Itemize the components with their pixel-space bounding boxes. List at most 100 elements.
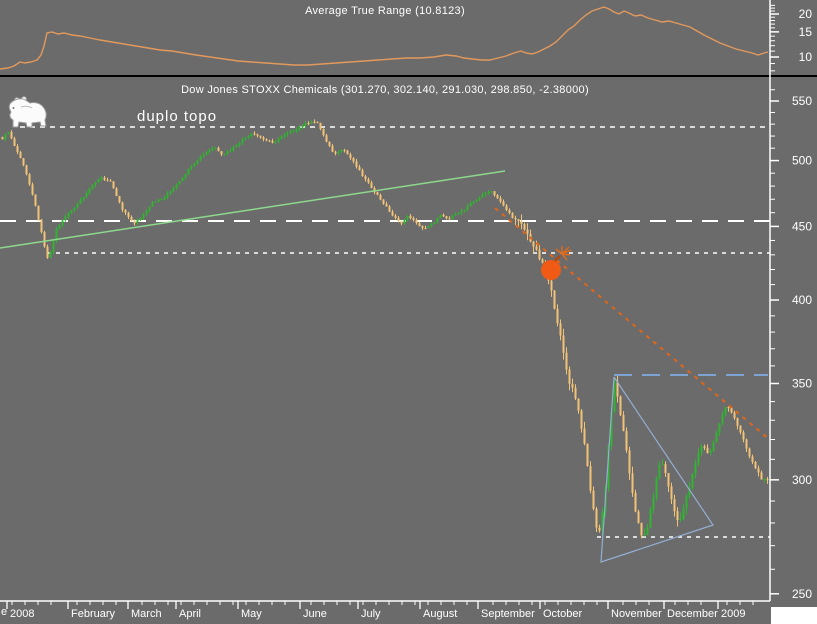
candle-body — [94, 182, 97, 185]
candle-body — [682, 508, 685, 520]
atr-axis-label: 20 — [799, 7, 813, 21]
candle-body — [592, 490, 595, 509]
candle-body — [340, 149, 343, 153]
candle-body — [751, 456, 754, 462]
candle-body — [19, 152, 22, 159]
atr-axis-label: 15 — [799, 25, 813, 39]
panel-divider — [0, 75, 817, 77]
candle-body — [121, 202, 124, 210]
candle-body — [517, 219, 520, 222]
candle-body — [31, 184, 34, 195]
candle-body — [481, 194, 484, 198]
candle-body — [118, 195, 121, 203]
candle-body — [25, 165, 28, 175]
candle-body — [334, 151, 337, 154]
candle-body — [625, 431, 628, 451]
candle-body — [16, 145, 19, 153]
duplo-topo-annotation[interactable]: duplo topo — [137, 108, 217, 125]
candle-body — [73, 207, 76, 211]
candle-body — [436, 218, 439, 223]
candle-body — [550, 280, 553, 291]
x-axis-month-label: September — [481, 608, 535, 620]
candle-body — [640, 522, 643, 536]
candle-body — [445, 216, 448, 219]
candle-body — [349, 154, 352, 159]
candle-body — [310, 121, 313, 124]
candle-body — [655, 478, 658, 498]
candle-body — [154, 201, 157, 203]
axis-corner — [771, 607, 817, 624]
candle-body — [247, 136, 250, 138]
candle-body — [406, 215, 409, 220]
candle-body — [58, 225, 61, 229]
candle-body — [577, 398, 580, 411]
candle-body — [490, 191, 493, 193]
candle-body — [541, 259, 544, 263]
chart-window: 10 15 20 250 300 350 400 450 500 550 2008 February M… — [0, 0, 817, 624]
candle-body — [499, 198, 502, 202]
x-axis-month-label: February — [71, 608, 116, 620]
candle-body — [556, 308, 559, 324]
candle-body — [97, 179, 100, 183]
candle-body — [286, 133, 289, 135]
green-trendline[interactable] — [0, 170, 506, 249]
y-axis-label: 350 — [792, 376, 812, 390]
candle-body — [628, 450, 631, 474]
candle-body — [691, 473, 694, 489]
candle-body — [253, 133, 256, 135]
candle-body — [109, 180, 112, 182]
candle-body — [4, 134, 7, 140]
candle-body — [172, 187, 175, 191]
x-axis-month-label: October — [543, 608, 582, 620]
candle-body — [523, 224, 526, 230]
x-axis-month-label: December — [667, 608, 718, 620]
candle-body — [667, 472, 670, 487]
candle-body — [346, 150, 349, 155]
candle-body — [733, 412, 736, 419]
candle-body — [211, 148, 214, 151]
x-axis-month-label: November — [611, 608, 662, 620]
candle-body — [658, 465, 661, 479]
candle-body — [292, 131, 295, 133]
candle-body — [664, 464, 667, 473]
candle-body — [565, 352, 568, 370]
y-axis-label: 400 — [792, 293, 812, 307]
bear-icon[interactable] — [1, 95, 49, 133]
x-axis-month-label: 2008 — [10, 608, 34, 620]
candle-body — [721, 414, 724, 424]
candle-body — [514, 217, 517, 220]
candle-body — [103, 177, 106, 180]
candle-body — [88, 189, 91, 193]
candle-body — [580, 410, 583, 429]
candle-body — [502, 201, 505, 206]
candle-body — [511, 213, 514, 218]
atr-axis-label: 10 — [799, 50, 813, 64]
candle-body — [568, 369, 571, 384]
candle-body — [283, 134, 286, 137]
candle-body — [322, 128, 325, 136]
bomb-icon[interactable] — [541, 260, 561, 280]
candle-body — [763, 479, 766, 481]
candle-body — [13, 138, 16, 146]
candle-body — [538, 249, 541, 260]
candle-body — [559, 323, 562, 336]
candle-body — [754, 461, 757, 469]
candle-body — [631, 473, 634, 493]
candle-body — [133, 220, 136, 224]
y-axis-label: 550 — [792, 94, 812, 108]
bomb-spark-icon — [555, 248, 563, 255]
candle-body — [190, 166, 193, 169]
candle-body — [196, 160, 199, 164]
candle-body — [187, 168, 190, 174]
candle-body — [271, 141, 274, 143]
candle-body — [64, 216, 67, 221]
candle-body — [487, 192, 490, 194]
bomb-fuse-icon — [554, 255, 561, 262]
candle-body — [532, 241, 535, 247]
candle-body — [295, 129, 298, 132]
candle-body — [274, 141, 277, 143]
candle-body — [337, 152, 340, 154]
x-axis-month-label: March — [131, 608, 162, 620]
x-axis-month-label: July — [361, 608, 381, 620]
candle-body — [718, 423, 721, 433]
